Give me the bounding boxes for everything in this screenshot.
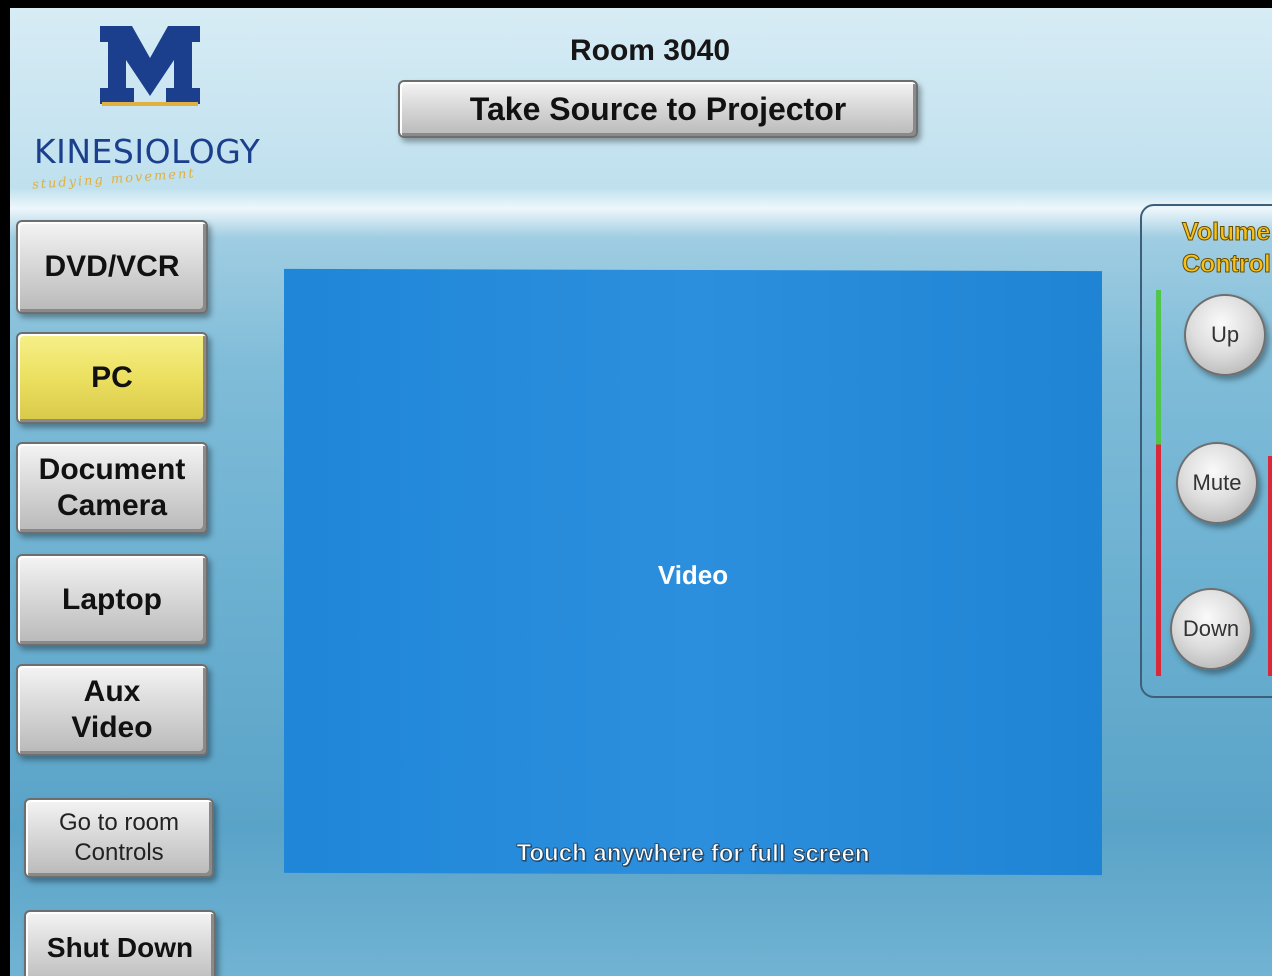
source-label-line1: Aux (83, 675, 141, 708)
volume-control-panel: Volume Control Up Mute Down (1140, 204, 1272, 698)
source-button-aux-video[interactable]: Aux Video (16, 664, 208, 756)
source-button-laptop[interactable]: Laptop (16, 554, 208, 646)
source-label-line1: Document (38, 453, 186, 486)
video-label: Video (657, 559, 729, 591)
volume-down-button[interactable]: Down (1170, 588, 1252, 670)
volume-up-button[interactable]: Up (1184, 294, 1266, 376)
volume-mute-button[interactable]: Mute (1176, 442, 1258, 524)
source-label: DVD/VCR (44, 250, 180, 283)
room-controls-label-line2: Controls (74, 839, 164, 866)
room-controls-label-line1: Go to room (58, 809, 180, 836)
take-source-to-projector-button[interactable]: Take Source to Projector (398, 80, 918, 138)
source-button-dvd-vcr[interactable]: DVD/VCR (16, 220, 208, 314)
logo-wordmark: KINESIOLOGY (34, 132, 261, 171)
source-label: PC (91, 361, 133, 394)
source-label: Laptop (62, 583, 162, 616)
volume-level-meter (1156, 290, 1161, 676)
go-to-room-controls-button[interactable]: Go to room Controls (24, 798, 214, 878)
video-preview-panel[interactable]: Video Touch anywhere for full screen (284, 268, 1102, 876)
volume-title: Volume Control (1182, 216, 1272, 280)
kinesiology-logo: KINESIOLOGY studying movement (20, 22, 260, 202)
touch-panel-screen: KINESIOLOGY studying movement Room 3040 … (10, 8, 1272, 976)
volume-title-line1: Volume (1182, 218, 1271, 247)
source-button-pc[interactable]: PC (16, 332, 208, 424)
shut-down-button[interactable]: Shut Down (24, 910, 216, 976)
block-m-icon (100, 26, 200, 106)
source-label-line2: Camera (56, 489, 168, 522)
source-button-document-camera[interactable]: Document Camera (16, 442, 208, 534)
volume-title-line2: Control (1182, 250, 1272, 279)
room-title: Room 3040 (569, 34, 731, 67)
source-label-line2: Video (71, 711, 153, 744)
fullscreen-hint: Touch anywhere for full screen (516, 839, 870, 868)
volume-level-meter-secondary (1268, 456, 1272, 676)
